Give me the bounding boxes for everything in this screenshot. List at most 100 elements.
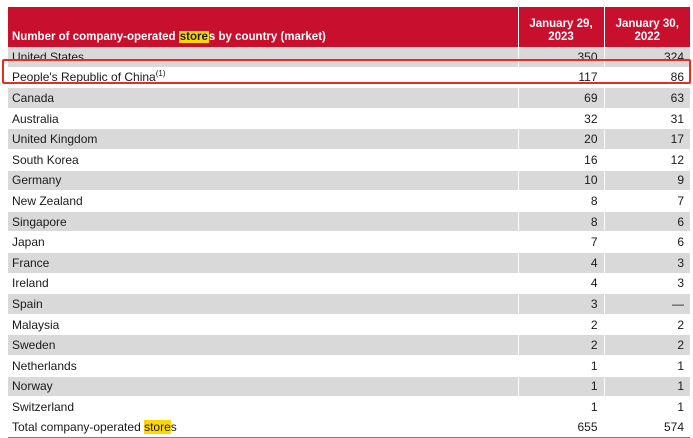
value-2022: 2	[603, 334, 690, 356]
value-2022: 12	[603, 149, 690, 171]
country-cell: France	[8, 252, 518, 274]
country-cell: Singapore	[8, 211, 518, 233]
table-row: Germany 10 9	[8, 170, 690, 192]
value-2023: 8	[517, 211, 604, 233]
value-2022: —	[603, 293, 690, 315]
country-cell: Japan	[8, 231, 518, 253]
country-name: Switzerland	[12, 399, 75, 414]
country-cell: Malaysia	[8, 314, 518, 336]
country-name: Ireland	[12, 276, 49, 291]
country-name: Malaysia	[12, 317, 60, 332]
header-label-prefix: Number of company-operated	[12, 31, 179, 43]
total-label: Total company-operated stores	[8, 416, 518, 438]
country-name: Netherlands	[12, 358, 77, 373]
country-name: United Kingdom	[12, 132, 98, 147]
value-2022: 2	[603, 314, 690, 336]
value-2023: 1	[517, 396, 604, 418]
table-row: New Zealand 8 7	[8, 190, 690, 212]
value-2023: 7	[517, 231, 604, 253]
country-name: People's Republic of China	[12, 70, 156, 85]
table-row: Spain 3—	[8, 293, 690, 315]
value-2022: 31	[603, 108, 690, 130]
country-name: Japan	[12, 235, 45, 250]
table-row: United Kingdom 20 17	[8, 128, 690, 150]
table-row: Ireland 4 3	[8, 273, 690, 295]
header-col-2022: January 30, 2022	[603, 7, 690, 47]
total-value-2022: 574	[603, 416, 690, 438]
country-cell: Canada	[8, 87, 518, 109]
country-name: South Korea	[12, 152, 79, 167]
value-2023: 117	[517, 67, 604, 89]
country-name: Australia	[12, 111, 59, 126]
value-2022: 1	[603, 396, 690, 418]
value-2022: 3	[603, 273, 690, 295]
header-col-2023: January 29, 2023	[517, 7, 604, 47]
table-row: South Korea 16 12	[8, 149, 690, 171]
country-cell: United Kingdom	[8, 128, 518, 150]
value-2023: 1	[517, 376, 604, 398]
header-label-suffix: s by country (market)	[208, 31, 326, 43]
value-2023: 350	[517, 47, 604, 68]
search-highlight: store	[144, 420, 171, 435]
table-row: Switzerland 1 1	[8, 396, 690, 418]
country-cell: Sweden	[8, 334, 518, 356]
total-row: Total company-operated stores 655 574	[8, 416, 690, 438]
country-cell: Spain	[8, 293, 518, 315]
country-name: Norway	[12, 379, 53, 394]
country-cell: Ireland	[8, 273, 518, 295]
table-row: Australia 32 31	[8, 108, 690, 130]
country-cell: Germany	[8, 170, 518, 192]
country-name: Canada	[12, 90, 55, 105]
value-2022: 6	[603, 231, 690, 253]
value-2023: 20	[517, 128, 604, 150]
table-row: Canada 69 63	[8, 87, 690, 109]
table-body: United States 350 324 People's Republic of …	[8, 47, 690, 438]
value-2023: 2	[517, 314, 604, 336]
country-cell: Switzerland	[8, 396, 518, 418]
header-label: Number of company-operated stores by cou…	[8, 7, 518, 47]
country-cell: South Korea	[8, 149, 518, 171]
value-2022: 7	[603, 190, 690, 212]
country-cell: People's Republic of China(1)	[8, 67, 518, 89]
table-row: United States 350 324	[8, 47, 690, 68]
value-2022: 1	[603, 355, 690, 377]
country-name: Germany	[12, 173, 62, 188]
table-row: Sweden 2 2	[8, 334, 690, 356]
value-2022: 6	[603, 211, 690, 233]
country-cell: New Zealand	[8, 190, 518, 212]
value-2022: 17	[603, 128, 690, 150]
value-2023: 3	[517, 293, 604, 315]
value-2022: 1	[603, 376, 690, 398]
total-label-prefix: Total company-operated	[12, 420, 145, 435]
total-label-suffix: s	[170, 420, 177, 435]
country-name: Singapore	[12, 214, 67, 229]
footnote-marker: (1)	[155, 69, 166, 79]
value-2022: 3	[603, 252, 690, 274]
value-2023: 32	[517, 108, 604, 130]
country-name: New Zealand	[12, 193, 83, 208]
country-cell: United States	[8, 47, 518, 68]
value-2022: 324	[603, 47, 690, 68]
table-row: Netherlands 1 1	[8, 355, 690, 377]
country-cell: Norway	[8, 376, 518, 398]
country-name: Spain	[12, 296, 43, 311]
value-2023: 1	[517, 355, 604, 377]
value-2023: 69	[517, 87, 604, 109]
value-2022: 86	[603, 67, 690, 89]
table-row: Singapore 8 6	[8, 211, 690, 233]
table-row: Japan 7 6	[8, 231, 690, 253]
table-row: Norway 1 1	[8, 376, 690, 398]
value-2022: 63	[603, 87, 690, 109]
document-page: Number of company-operated stores by cou…	[0, 0, 693, 438]
country-cell: Netherlands	[8, 355, 518, 377]
value-2023: 4	[517, 273, 604, 295]
country-cell: Australia	[8, 108, 518, 130]
value-2022: 9	[603, 170, 690, 192]
value-2023: 2	[517, 334, 604, 356]
table-row: People's Republic of China(1) 117 86	[8, 67, 690, 89]
value-2023: 4	[517, 252, 604, 274]
table-row: France 4 3	[8, 252, 690, 274]
table-header-row: Number of company-operated stores by cou…	[8, 7, 690, 47]
search-highlight: store	[178, 31, 209, 43]
value-2023: 16	[517, 149, 604, 171]
